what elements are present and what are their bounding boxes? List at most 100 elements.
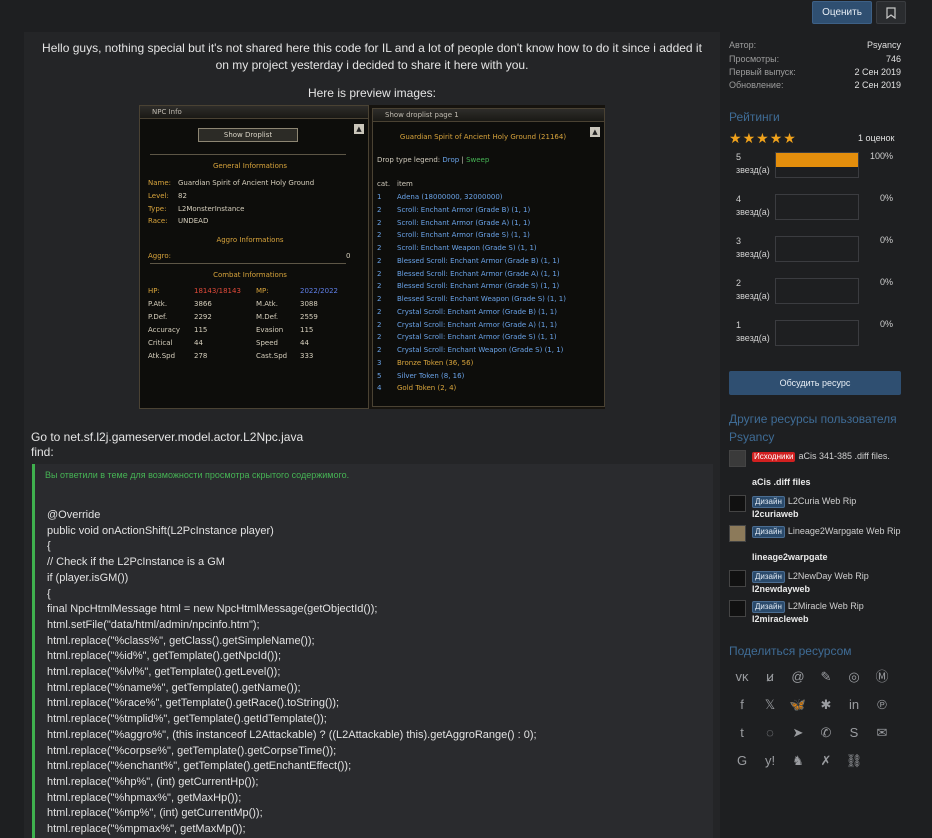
rating-percent: 100%	[869, 151, 893, 161]
linkedin-icon[interactable]: in	[845, 696, 863, 714]
level-value: 82	[178, 192, 187, 200]
resource-title-line[interactable]: Дизайн L2NewDay Web Rip	[752, 570, 902, 583]
xing-icon[interactable]: ✗	[817, 752, 835, 770]
author-value[interactable]: Psyancy	[867, 40, 901, 50]
droplist-row: 2 Scroll: Enchant Armor (Grade S) (1, 1)	[377, 231, 530, 239]
bluesky-icon[interactable]: 🦋	[789, 696, 807, 714]
weibo-icon[interactable]: ◎	[845, 668, 863, 686]
resource-title-line[interactable]: Исходники aCis 341-385 .diff files.	[752, 450, 902, 462]
update-row: Обновление: 2 Сен 2019	[729, 80, 901, 93]
drop-legend: Drop type legend: Drop | Sweep	[377, 156, 490, 164]
views-value: 746	[885, 54, 901, 64]
tumblr-icon[interactable]: ✱	[817, 696, 835, 714]
discuss-button[interactable]: Обсудить ресурс	[729, 371, 901, 395]
mdef-value: 2559	[300, 313, 318, 321]
link-icon[interactable]: ⛓	[845, 752, 863, 770]
resource-tag[interactable]: Дизайн	[752, 526, 785, 538]
npc-info-window: NPC Info ▲ Show Droplist General Informa…	[139, 105, 369, 409]
rating-label: 4 звезд(а)	[736, 193, 770, 219]
evasion-label: Evasion	[256, 326, 284, 334]
type-label: Type:	[148, 205, 167, 213]
resource-subtitle[interactable]: l2newdayweb	[752, 584, 810, 594]
first-release-value: 2 Сен 2019	[854, 67, 901, 77]
atkspd-label: Atk.Spd	[148, 352, 176, 360]
vk-icon[interactable]: ᴠᴋ	[733, 668, 751, 686]
goto-text: Go to net.sf.l2j.gameserver.model.actor.…	[31, 430, 303, 460]
resource-subtitle[interactable]: l2miracleweb	[752, 614, 809, 624]
droplist-cat: 2	[377, 346, 382, 354]
rate-button[interactable]: Оценить	[812, 1, 872, 24]
rating-label: 5 звезд(а)	[736, 151, 770, 177]
resource-tag[interactable]: Исходники	[752, 452, 796, 462]
resource-thumbnail[interactable]	[729, 570, 746, 587]
patk-label: P.Atk.	[148, 300, 168, 308]
odnoklassniki-icon[interactable]: ꞹ	[761, 668, 779, 686]
resource-tag[interactable]: Дизайн	[752, 571, 785, 583]
droplist-row: 3 Bronze Token (36, 56)	[377, 359, 473, 367]
resource-title[interactable]: L2Curia Web Rip	[788, 496, 856, 506]
mail-icon[interactable]: @	[789, 668, 807, 686]
droplist-item: Adena (18000000, 32000000)	[397, 193, 503, 201]
resource-title-line[interactable]: Дизайн Lineage2Warpgate Web Rip	[752, 525, 902, 538]
resource-title-line[interactable]: Дизайн L2Miracle Web Rip	[752, 600, 902, 613]
droplist-mob-name: Guardian Spirit of Ancient Holy Ground (…	[399, 133, 567, 141]
resource-thumbnail[interactable]	[729, 525, 746, 542]
facebook-icon[interactable]: f	[733, 696, 751, 714]
resource-title[interactable]: L2NewDay Web Rip	[788, 571, 869, 581]
resource-subtitle[interactable]: l2curiaweb	[752, 509, 799, 519]
yahoo-icon[interactable]: y!	[761, 752, 779, 770]
resource-tag[interactable]: Дизайн	[752, 601, 785, 613]
droplist-row: 2 Crystal Scroll: Enchant Armor (Grade A)…	[377, 321, 557, 329]
share-title: Поделиться ресурсом	[729, 644, 852, 658]
whatsapp-icon[interactable]: ◌	[761, 724, 779, 742]
preview-label: Here is preview images:	[307, 86, 437, 100]
droplist-item: Crystal Scroll: Enchant Armor (Grade B) …	[397, 307, 557, 316]
google-icon[interactable]: G	[733, 752, 751, 770]
resource-subtitle[interactable]: lineage2warpgate	[752, 552, 828, 562]
author-label: Автор:	[729, 40, 757, 50]
droplist-cat: 5	[377, 371, 382, 380]
tumblr-t-icon[interactable]: t	[733, 724, 751, 742]
droplist-row: 2 Scroll: Enchant Armor (Grade B) (1, 1)	[377, 206, 530, 214]
resource-thumbnail[interactable]	[729, 495, 746, 512]
pinterest-icon[interactable]: ℗	[873, 696, 891, 714]
legend-label: Drop type legend:	[377, 156, 441, 164]
evernote-icon[interactable]: ♞	[789, 752, 807, 770]
race-label: Race:	[148, 217, 168, 225]
livejournal-icon[interactable]: ✎	[817, 668, 835, 686]
resource-title-line[interactable]: Дизайн L2Curia Web Rip	[752, 495, 902, 508]
rating-bar	[775, 320, 859, 346]
resource-title[interactable]: L2Miracle Web Rip	[788, 601, 864, 611]
views-label: Просмотры:	[729, 54, 780, 64]
resource-subtitle[interactable]: aCis .diff files	[752, 477, 811, 487]
preview-image[interactable]: NPC Info ▲ Show Droplist General Informa…	[139, 105, 605, 409]
mastodon-icon[interactable]: Ⓜ	[873, 668, 891, 686]
droplist-cat: 1	[377, 193, 382, 201]
email-icon[interactable]: ✉	[873, 724, 891, 742]
resource-title[interactable]: aCis 341-385 .diff files.	[798, 451, 889, 461]
skype-icon[interactable]: S	[845, 724, 863, 742]
resource-title[interactable]: Lineage2Warpgate Web Rip	[788, 526, 901, 536]
viber-icon[interactable]: ✆	[817, 724, 835, 742]
droplist-row: 2 Blessed Scroll: Enchant Armor (Grade B)…	[377, 257, 560, 265]
rating-row: 3 звезд(а) 0%	[729, 235, 901, 265]
resource-thumbnail[interactable]	[729, 600, 746, 617]
droplist-row: 2 Blessed Scroll: Enchant Armor (Grade S)…	[377, 282, 559, 290]
resource-tag[interactable]: Дизайн	[752, 496, 785, 508]
legend-sweep: Sweep	[466, 156, 490, 164]
divider	[150, 263, 346, 264]
speed-value: 44	[300, 339, 309, 347]
rating-bar	[775, 236, 859, 262]
mp-label: MP:	[256, 287, 269, 295]
resource-thumbnail[interactable]	[729, 450, 746, 467]
x-icon[interactable]: 𝕏	[761, 696, 779, 714]
rating-bar-fill	[776, 153, 858, 167]
telegram-icon[interactable]: ➤	[789, 724, 807, 742]
rating-stars-count: 1	[736, 320, 742, 330]
droplist-row: 5 Silver Token (8, 16)	[377, 372, 464, 380]
other-resources-title[interactable]: Другие ресурсы пользователя Psyancy	[729, 410, 901, 446]
droplist-item: Scroll: Enchant Armor (Grade B) (1, 1)	[397, 205, 531, 214]
droplist-item: Silver Token (8, 16)	[397, 371, 465, 380]
rating-label: 3 звезд(а)	[736, 235, 770, 261]
bookmark-button[interactable]	[876, 1, 906, 24]
